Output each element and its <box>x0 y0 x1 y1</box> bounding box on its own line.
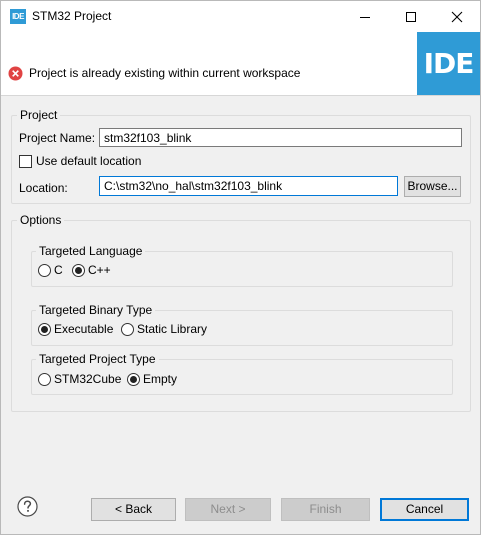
binary-static-library-label: Static Library <box>137 322 208 336</box>
title-bar[interactable]: IDE STM32 Project <box>1 1 480 32</box>
project-type-empty-radio[interactable] <box>127 373 140 386</box>
location-input[interactable] <box>99 176 398 196</box>
project-type-empty-label: Empty <box>143 372 178 386</box>
error-icon <box>8 66 23 81</box>
close-icon <box>451 11 463 23</box>
dialog-window: IDE STM32 Project Project is already exi… <box>0 0 481 535</box>
project-name-input[interactable] <box>99 128 462 147</box>
back-button[interactable]: < Back <box>91 498 176 521</box>
language-cpp-label: C++ <box>88 263 111 277</box>
minimize-icon <box>360 17 370 18</box>
next-button[interactable]: Next > <box>185 498 271 521</box>
language-group-title: Targeted Language <box>36 244 146 258</box>
binary-executable-radio[interactable] <box>38 323 51 336</box>
options-group-title: Options <box>17 213 65 227</box>
cancel-button[interactable]: Cancel <box>380 498 469 521</box>
error-message: Project is already existing within curre… <box>29 66 301 80</box>
binary-executable-label: Executable <box>54 322 114 336</box>
help-icon[interactable] <box>17 496 38 517</box>
use-default-location-label: Use default location <box>36 154 142 168</box>
project-name-label: Project Name: <box>19 131 96 145</box>
maximize-icon <box>406 12 416 22</box>
app-logo-icon: IDE <box>10 9 26 24</box>
binary-type-group-title: Targeted Binary Type <box>36 303 156 317</box>
ide-logo: IDE <box>417 32 480 95</box>
project-type-stm32cube-label: STM32Cube <box>54 372 122 386</box>
project-group-title: Project <box>17 108 61 122</box>
language-c-label: C <box>54 263 63 277</box>
wizard-header: Project is already existing within curre… <box>1 32 480 95</box>
finish-button[interactable]: Finish <box>281 498 370 521</box>
location-label: Location: <box>19 181 68 195</box>
project-type-group-title: Targeted Project Type <box>36 352 159 366</box>
language-c-radio[interactable] <box>38 264 51 277</box>
browse-button[interactable]: Browse... <box>404 176 461 197</box>
minimize-button[interactable] <box>342 1 388 32</box>
project-type-stm32cube-radio[interactable] <box>38 373 51 386</box>
maximize-button[interactable] <box>388 1 434 32</box>
use-default-location-checkbox[interactable] <box>19 155 32 168</box>
binary-static-library-radio[interactable] <box>121 323 134 336</box>
language-cpp-radio[interactable] <box>72 264 85 277</box>
close-button[interactable] <box>434 1 480 32</box>
header-separator <box>1 95 480 96</box>
window-title: STM32 Project <box>32 9 112 23</box>
